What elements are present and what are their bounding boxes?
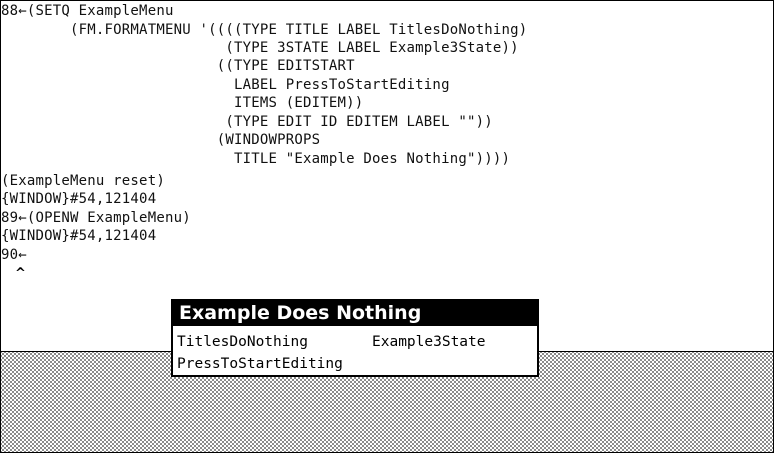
exec-line: (TYPE 3STATE LABEL Example3State)) [1,40,519,56]
exec-line: ((TYPE EDITSTART [1,58,355,74]
exec-line: ITEMS (EDITEM)) [1,95,364,111]
exec-line: 88←(SETQ ExampleMenu [1,3,174,19]
lisp-screen: 88←(SETQ ExampleMenu (FM.FORMATMENU '(((… [0,0,774,453]
exec-line: (ExampleMenu reset) [1,173,165,189]
menu-item-titles-do-nothing[interactable]: TitlesDoNothing [177,331,308,353]
exec-line: LABEL PressToStartEditing [1,77,450,93]
exec-line: {WINDOW}#54,121404 [1,191,157,207]
exec-line: 89←(OPENW ExampleMenu) [1,210,191,226]
menu-item-press-to-start-editing[interactable]: PressToStartEditing [177,353,343,375]
exec-line: (TYPE EDIT ID EDITEM LABEL "")) [1,114,493,130]
exec-line: {WINDOW}#54,121404 [1,228,157,244]
text-caret-icon: ^ [15,266,26,281]
exec-line: (WINDOWPROPS [1,132,321,148]
exec-line: (FM.FORMATMENU '((((TYPE TITLE LABEL Tit… [1,22,528,38]
example-menu-window[interactable]: Example Does Nothing TitlesDoNothing Exa… [171,299,539,377]
menu-window-title[interactable]: Example Does Nothing [173,301,537,326]
menu-item-example-3state[interactable]: Example3State [372,331,486,353]
exec-line: TITLE "Example Does Nothing")))) [1,151,511,167]
exec-prompt[interactable]: 90← [1,247,27,264]
